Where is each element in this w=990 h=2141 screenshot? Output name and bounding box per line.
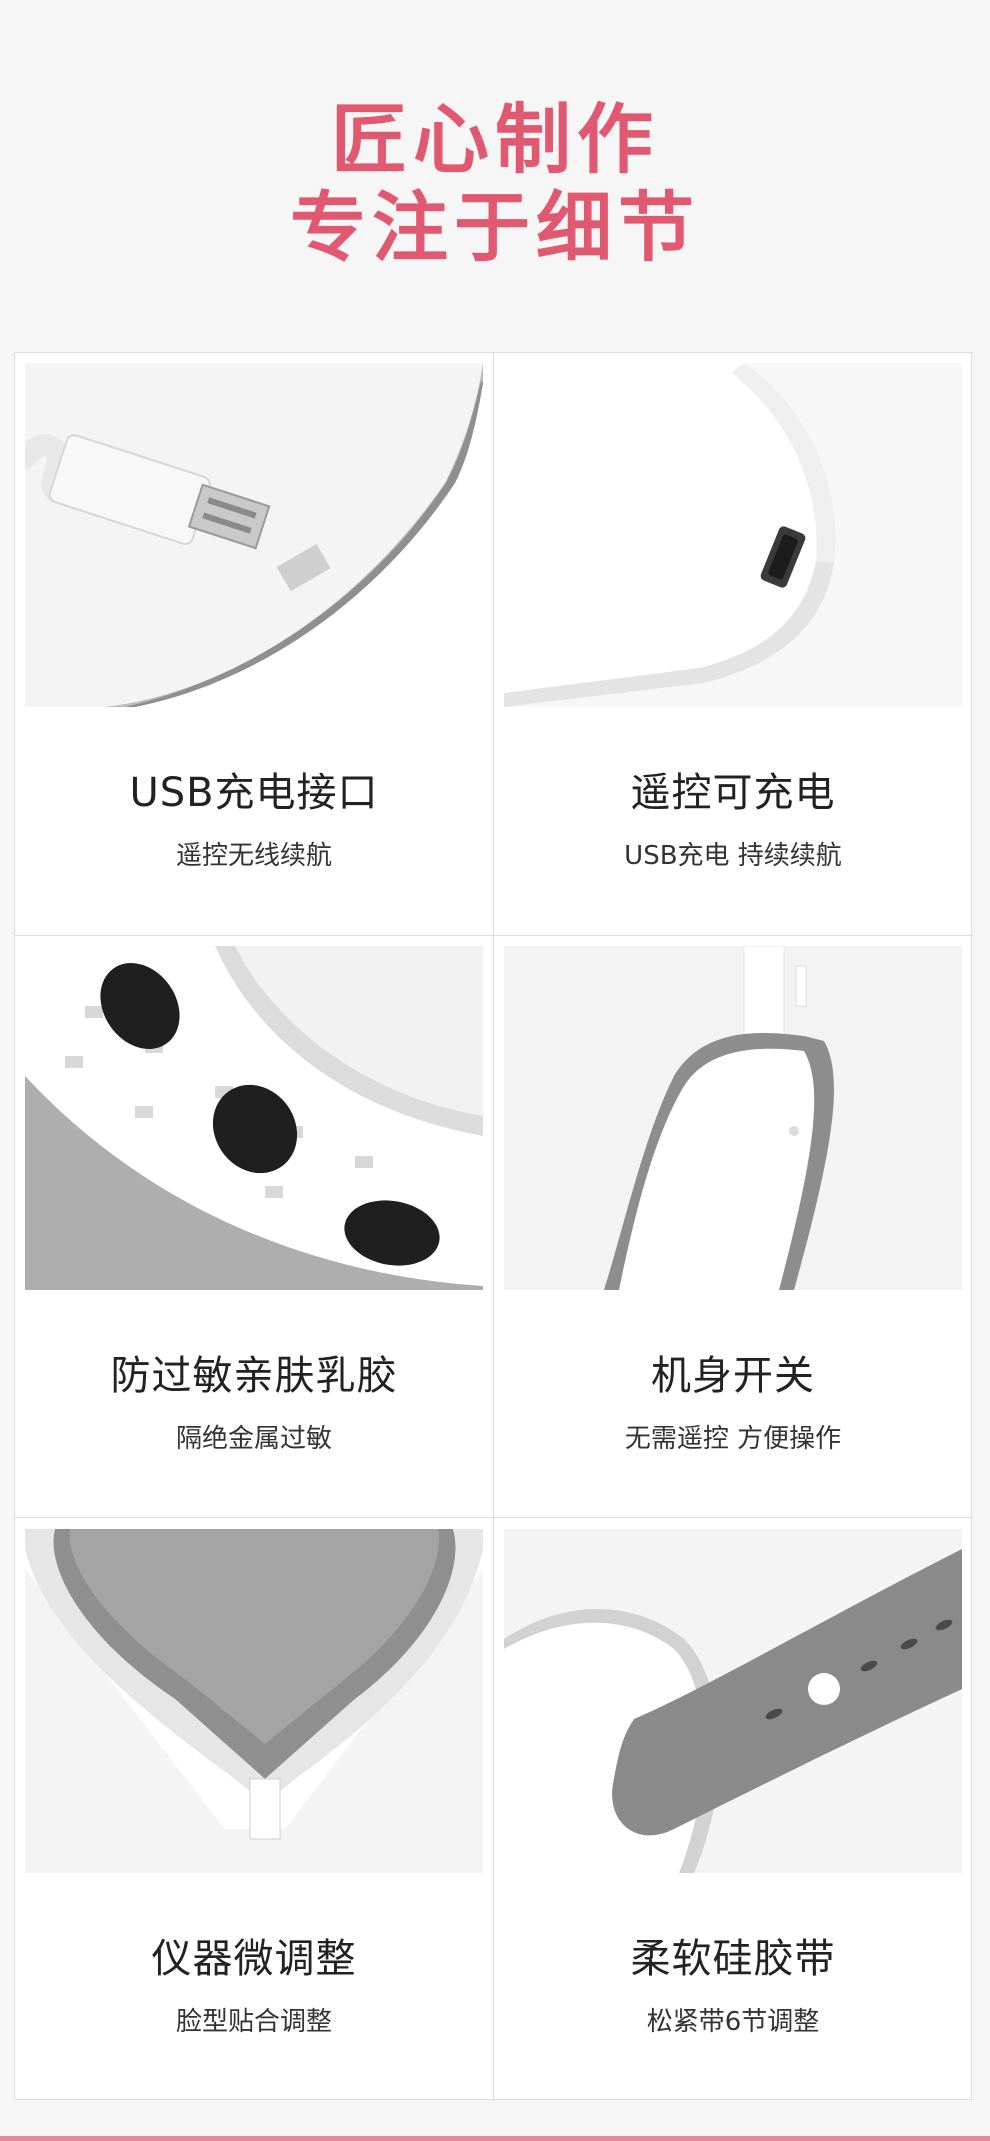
feature-grid: USB充电接口 遥控无线续航 遥控可充电 USB充电 持续续航 防过敏亲肤乳胶 … (14, 352, 972, 2100)
feature-title: 防过敏亲肤乳胶 (110, 1353, 398, 1399)
feature-title: 仪器微调整 (151, 1936, 357, 1982)
v-hinge-photo (25, 1529, 483, 1873)
feature-subtitle: 松紧带6节调整 (646, 2007, 820, 2037)
bottom-accent-bar (0, 2136, 990, 2141)
electrode-pads-photo (25, 946, 483, 1290)
headline-line-2: 专注于细节 (290, 183, 700, 272)
feature-card-body-switch: 机身开关 无需遥控 方便操作 (494, 936, 972, 1518)
feature-card-usb-port: USB充电接口 遥控无线续航 (15, 353, 493, 935)
feature-subtitle: USB充电 持续续航 (624, 841, 842, 871)
feature-card-silicone-strap: 柔软硅胶带 松紧带6节调整 (494, 1519, 972, 2101)
feature-title: 机身开关 (651, 1353, 815, 1399)
usb-cable-photo (25, 363, 483, 707)
feature-subtitle: 脸型贴合调整 (175, 2007, 332, 2037)
feature-subtitle: 隔绝金属过敏 (175, 1424, 332, 1454)
feature-subtitle: 无需遥控 方便操作 (624, 1424, 842, 1454)
remote-port-photo (504, 363, 962, 707)
feature-subtitle: 遥控无线续航 (175, 841, 332, 871)
feature-card-latex-pads: 防过敏亲肤乳胶 隔绝金属过敏 (15, 936, 493, 1518)
feature-card-fine-adjust: 仪器微调整 脸型贴合调整 (15, 1519, 493, 2101)
header: 匠心制作 专注于细节 (0, 0, 990, 352)
feature-title: USB充电接口 (129, 770, 379, 816)
silicone-strap-photo (504, 1529, 962, 1873)
feature-card-remote-charging: 遥控可充电 USB充电 持续续航 (494, 353, 972, 935)
power-switch-photo (504, 946, 962, 1290)
feature-title: 柔软硅胶带 (630, 1936, 836, 1982)
feature-title: 遥控可充电 (630, 770, 836, 816)
headline-line-1: 匠心制作 (331, 95, 659, 184)
